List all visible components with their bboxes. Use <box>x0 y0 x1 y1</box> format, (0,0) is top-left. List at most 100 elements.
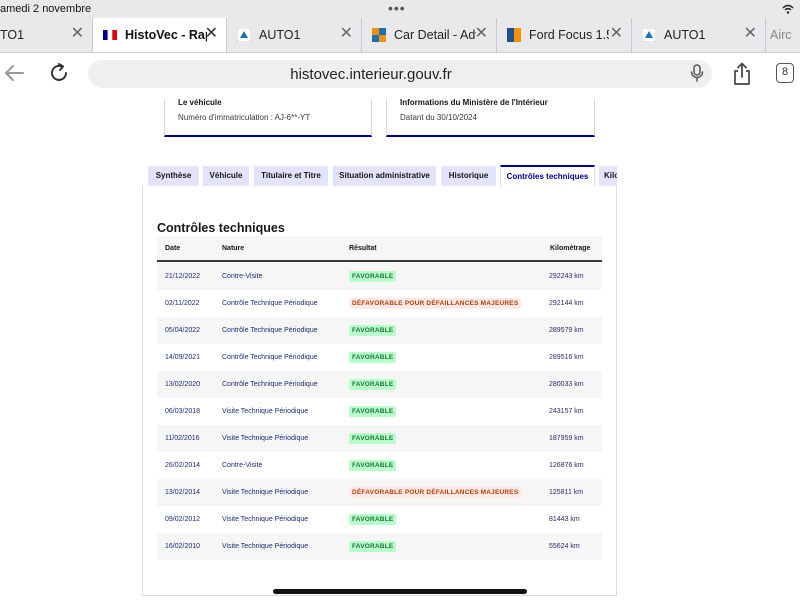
tab-title: TO1 <box>0 28 25 42</box>
row-nature: Visite Technique Périodique <box>222 516 309 523</box>
table-row: 26/02/2014 Contre-Visite FAVORABLE 126876 k… <box>157 452 602 479</box>
tab-title: AUTO1 <box>664 28 706 42</box>
tab-title: Car Detail - Adv <box>394 28 476 42</box>
row-km: 125811 km <box>549 489 584 496</box>
microphone-icon[interactable] <box>690 64 704 82</box>
row-km: 289579 km <box>549 327 584 334</box>
row-km: 289516 km <box>549 354 584 361</box>
row-nature: Contrôle Technique Périodique <box>222 381 318 388</box>
table-row: 13/02/2020 Contrôle Technique Périodique F… <box>157 371 602 398</box>
status-date: amedi 2 novembre <box>0 3 92 15</box>
row-date: 06/03/2018 <box>165 408 201 415</box>
table-row: 13/02/2014 Visite Technique Périodique DÉF… <box>157 479 602 506</box>
status-badge-favorable: FAVORABLE <box>349 514 397 525</box>
header-km[interactable]: Kilométrage <box>550 245 590 252</box>
row-nature: Contre-Visite <box>222 273 263 280</box>
close-icon[interactable]: ✕ <box>71 26 84 42</box>
browser-tab-auto1-partial[interactable]: TO1 ✕ <box>0 18 93 52</box>
reload-icon[interactable] <box>48 62 70 84</box>
tab-title: AUTO1 <box>259 28 301 42</box>
close-icon[interactable]: ✕ <box>744 26 757 42</box>
browser-tab-histovec[interactable]: HistoVec - Rapp ✕ <box>93 18 227 52</box>
status-badge-favorable: FAVORABLE <box>349 325 397 336</box>
table-row: 11/02/2016 Visite Technique Périodique FAV… <box>157 425 602 452</box>
table-row: 16/02/2010 Visite Technique Périodique FAV… <box>157 533 602 560</box>
row-km: 292144 km <box>549 300 584 307</box>
section-title: Contrôles techniques <box>157 221 285 235</box>
header-date[interactable]: Date <box>165 245 180 252</box>
browser-tab-strip: TO1 ✕ HistoVec - Rapp ✕ AUTO1 ✕ Car Deta… <box>0 18 800 53</box>
tab-controles-techniques[interactable]: Contrôles techniques <box>500 165 595 187</box>
wifi-icon <box>782 4 794 14</box>
tab-title: Airc <box>770 28 792 42</box>
browser-tab-car-detail[interactable]: Car Detail - Adv ✕ <box>362 18 497 52</box>
status-badge-favorable: FAVORABLE <box>349 271 397 282</box>
row-date: 13/02/2020 <box>165 381 201 388</box>
browser-tab-auto1[interactable]: AUTO1 ✕ <box>227 18 362 52</box>
row-nature: Contrôle Technique Périodique <box>222 327 318 334</box>
row-km: 187959 km <box>549 435 584 442</box>
tab-synthese[interactable]: Synthèse <box>148 166 199 186</box>
row-date: 09/02/2012 <box>165 516 201 523</box>
registration-number: Numéro d'immatriculation : AJ-6**-YT <box>178 113 311 122</box>
tab-historique[interactable]: Historique <box>441 166 496 186</box>
row-km: 292243 km <box>549 273 584 280</box>
header-nature[interactable]: Nature <box>222 245 244 252</box>
row-date: 11/02/2016 <box>165 435 200 442</box>
tab-title: HistoVec - Rapp <box>125 28 207 42</box>
table-row: 02/11/2022 Contrôle Technique Périodique D… <box>157 290 602 317</box>
status-badge-favorable: FAVORABLE <box>349 541 397 552</box>
row-nature: Visite Technique Périodique <box>222 435 309 442</box>
row-date: 02/11/2022 <box>165 300 200 307</box>
car-detail-icon <box>372 28 386 42</box>
french-flag-icon <box>103 30 117 40</box>
status-badge-favorable: FAVORABLE <box>349 379 397 390</box>
row-nature: Visite Technique Périodique <box>222 543 309 550</box>
tab-titulaire-et-titre[interactable]: Titulaire et Titre <box>254 166 328 186</box>
status-badge-favorable: FAVORABLE <box>349 433 397 444</box>
vehicle-info-box: Le véhicule Numéro d'immatriculation : A… <box>164 98 372 137</box>
tab-title: Ford Focus 1.5 <box>529 28 609 42</box>
status-badge-favorable: FAVORABLE <box>349 460 397 471</box>
table-row: 09/02/2012 Visite Technique Périodique FAV… <box>157 506 602 533</box>
row-km: 280033 km <box>549 381 584 388</box>
tab-overview-button[interactable]: 8 <box>776 63 794 83</box>
row-nature: Contre-Visite <box>222 462 263 469</box>
share-icon[interactable] <box>732 62 752 86</box>
row-date: 13/02/2014 <box>165 489 201 496</box>
multitasking-dots[interactable]: ••• <box>388 0 406 16</box>
row-date: 14/09/2021 <box>165 354 201 361</box>
tab-situation-administrative[interactable]: Situation administrative <box>333 166 436 186</box>
row-date: 21/12/2022 <box>165 273 201 280</box>
row-nature: Visite Technique Périodique <box>222 408 309 415</box>
browser-tab-auto1-2[interactable]: AUTO1 ✕ <box>632 18 766 52</box>
close-icon[interactable]: ✕ <box>475 26 488 42</box>
ministry-info-date: Datant du 30/10/2024 <box>400 113 477 122</box>
auto1-icon <box>237 28 251 42</box>
close-icon[interactable]: ✕ <box>205 26 218 42</box>
ford-focus-icon <box>507 28 521 42</box>
close-icon[interactable]: ✕ <box>340 26 353 42</box>
home-indicator[interactable] <box>273 589 527 594</box>
table-row: 21/12/2022 Contre-Visite FAVORABLE 292243 k… <box>157 263 602 290</box>
row-nature: Visite Technique Périodique <box>222 489 309 496</box>
row-km: 243157 km <box>549 408 584 415</box>
status-badge-favorable: FAVORABLE <box>349 406 397 417</box>
tab-kilometrage-partial[interactable]: Kilo <box>599 166 617 186</box>
table-row: 05/04/2022 Contrôle Technique Périodique F… <box>157 317 602 344</box>
back-arrow-icon[interactable] <box>4 64 24 82</box>
table-row: 14/09/2021 Contrôle Technique Périodique F… <box>157 344 602 371</box>
browser-tab-ford-focus[interactable]: Ford Focus 1.5 ✕ <box>497 18 632 52</box>
row-date: 16/02/2010 <box>165 543 201 550</box>
row-km: 126876 km <box>549 462 584 469</box>
header-result[interactable]: Résultat <box>349 245 377 252</box>
tab-vehicule[interactable]: Véhicule <box>203 166 249 186</box>
browser-tab-airc-partial[interactable]: Airc <box>766 18 800 52</box>
status-badge-defavorable: DÉFAVORABLE POUR DÉFAILLANCES MAJEURES <box>349 487 522 498</box>
row-nature: Contrôle Technique Périodique <box>222 354 318 361</box>
close-icon[interactable]: ✕ <box>610 26 623 42</box>
status-badge-defavorable: DÉFAVORABLE POUR DÉFAILLANCES MAJEURES <box>349 298 522 309</box>
ministry-info-box: Informations du Ministère de l'Intérieur… <box>386 98 595 137</box>
row-nature: Contrôle Technique Périodique <box>222 300 318 307</box>
url-text[interactable]: histovec.interieur.gouv.fr <box>88 66 654 83</box>
